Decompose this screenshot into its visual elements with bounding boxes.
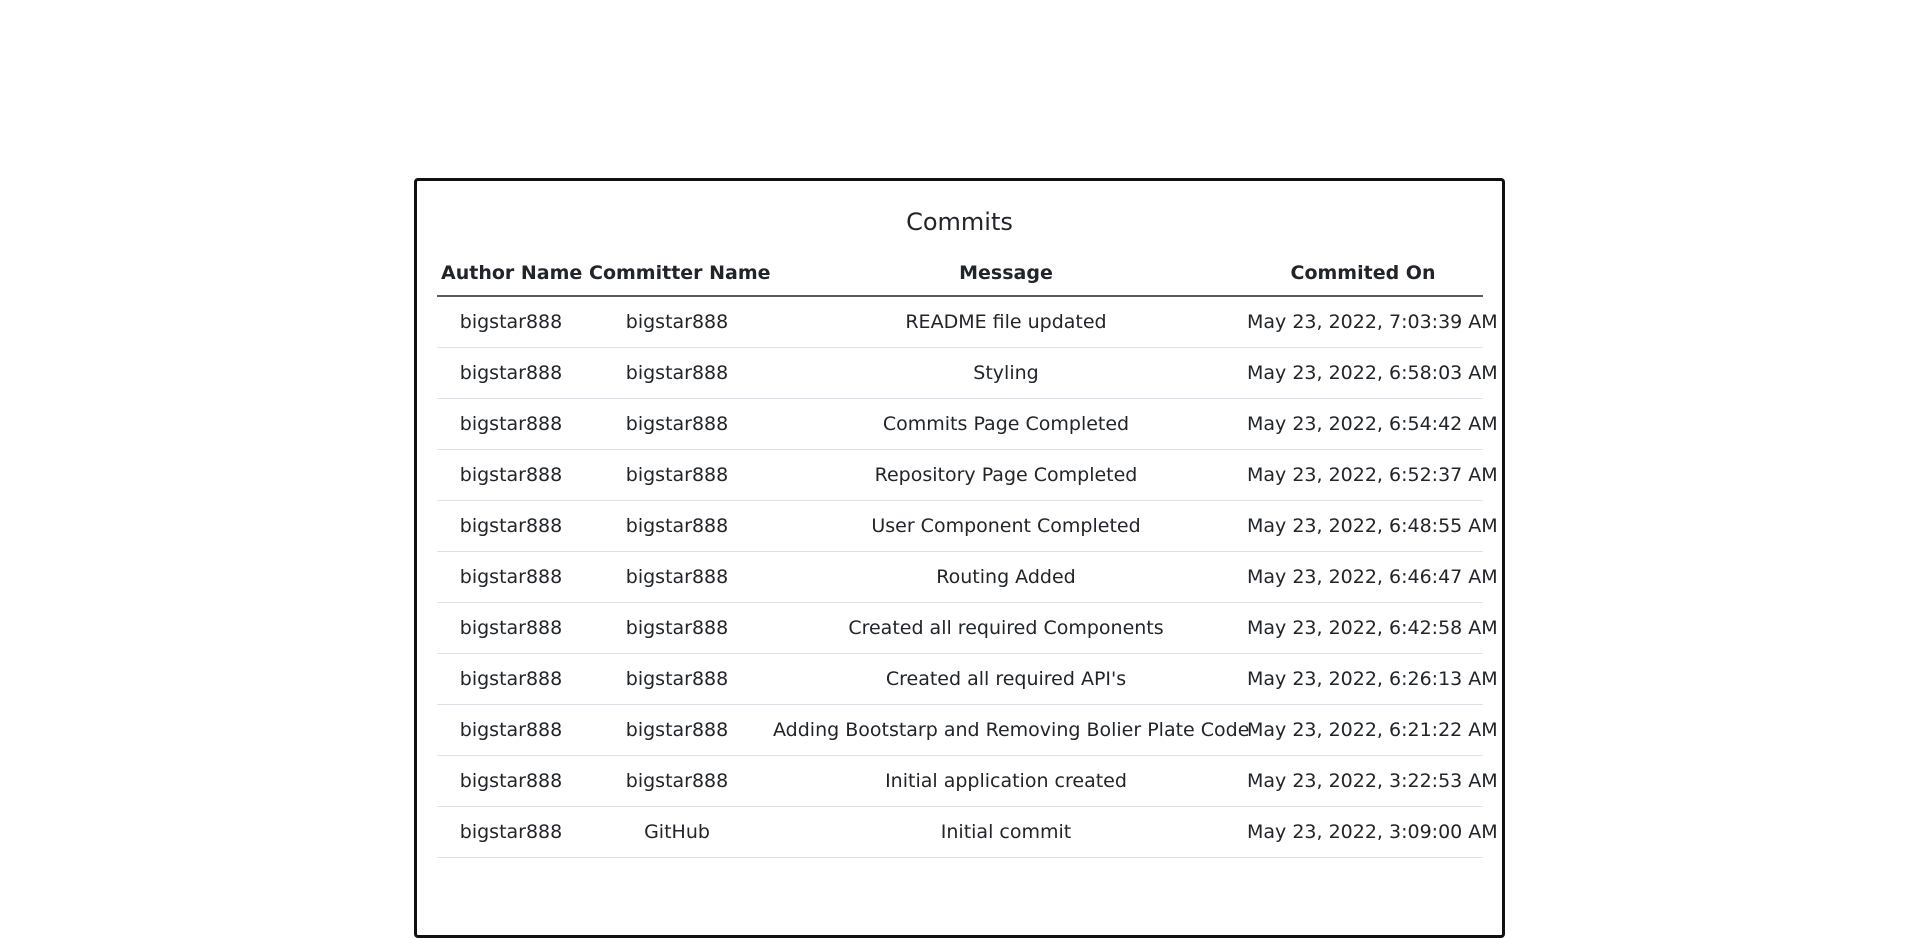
message-cell: Initial application created bbox=[769, 755, 1243, 807]
author-cell: bigstar888 bbox=[437, 704, 585, 756]
date-cell: May 23, 2022, 6:42:58 AM bbox=[1243, 602, 1498, 654]
table-header: Author Name Committer Name Message Commi… bbox=[437, 251, 1483, 297]
date-cell: May 23, 2022, 6:52:37 AM bbox=[1243, 449, 1498, 501]
author-cell: bigstar888 bbox=[437, 602, 585, 654]
message-cell: Routing Added bbox=[769, 551, 1243, 603]
column-header-author: Author Name bbox=[437, 251, 585, 297]
committer-cell: bigstar888 bbox=[585, 653, 769, 705]
table-row: bigstar888 bigstar888 Routing Added May … bbox=[437, 551, 1498, 603]
table-row: bigstar888 bigstar888 Created all requir… bbox=[437, 653, 1498, 705]
date-cell: May 23, 2022, 6:21:22 AM bbox=[1243, 704, 1498, 756]
column-header-date: Commited On bbox=[1243, 251, 1483, 297]
table-row: bigstar888 bigstar888 Created all requir… bbox=[437, 602, 1498, 654]
committer-cell: bigstar888 bbox=[585, 602, 769, 654]
author-cell: bigstar888 bbox=[437, 398, 585, 450]
header-row: Author Name Committer Name Message Commi… bbox=[437, 251, 1483, 297]
committer-cell: bigstar888 bbox=[585, 398, 769, 450]
message-cell: Commits Page Completed bbox=[769, 398, 1243, 450]
commits-card: Commits Author Name Committer Name Messa… bbox=[414, 178, 1505, 938]
committer-cell: bigstar888 bbox=[585, 551, 769, 603]
date-cell: May 23, 2022, 6:46:47 AM bbox=[1243, 551, 1498, 603]
committer-cell: bigstar888 bbox=[585, 296, 769, 348]
message-cell: Repository Page Completed bbox=[769, 449, 1243, 501]
message-cell: Created all required Components bbox=[769, 602, 1243, 654]
author-cell: bigstar888 bbox=[437, 806, 585, 858]
page-title: Commits bbox=[906, 208, 1013, 236]
author-cell: bigstar888 bbox=[437, 296, 585, 348]
date-cell: May 23, 2022, 6:54:42 AM bbox=[1243, 398, 1498, 450]
column-header-committer: Committer Name bbox=[585, 251, 771, 297]
committer-cell: bigstar888 bbox=[585, 704, 769, 756]
message-cell: Adding Bootstarp and Removing Bolier Pla… bbox=[769, 704, 1249, 756]
table-row: bigstar888 bigstar888 Commits Page Compl… bbox=[437, 398, 1498, 450]
table-row: bigstar888 bigstar888 README file update… bbox=[437, 296, 1498, 348]
column-header-message: Message bbox=[769, 251, 1243, 297]
date-cell: May 23, 2022, 6:48:55 AM bbox=[1243, 500, 1498, 552]
message-cell: README file updated bbox=[769, 296, 1243, 348]
committer-cell: GitHub bbox=[585, 806, 769, 858]
committer-cell: bigstar888 bbox=[585, 500, 769, 552]
message-cell: Styling bbox=[769, 347, 1243, 399]
table-row: bigstar888 bigstar888 Repository Page Co… bbox=[437, 449, 1498, 501]
committer-cell: bigstar888 bbox=[585, 347, 769, 399]
author-cell: bigstar888 bbox=[437, 551, 585, 603]
table-row: bigstar888 GitHub Initial commit May 23,… bbox=[437, 806, 1498, 858]
message-cell: Initial commit bbox=[769, 806, 1243, 858]
table-row: bigstar888 bigstar888 User Component Com… bbox=[437, 500, 1498, 552]
commits-table: Author Name Committer Name Message Commi… bbox=[437, 251, 1498, 858]
author-cell: bigstar888 bbox=[437, 755, 585, 807]
date-cell: May 23, 2022, 3:22:53 AM bbox=[1243, 755, 1498, 807]
table-row: bigstar888 bigstar888 Styling May 23, 20… bbox=[437, 347, 1498, 399]
date-cell: May 23, 2022, 7:03:39 AM bbox=[1243, 296, 1498, 348]
date-cell: May 23, 2022, 6:58:03 AM bbox=[1243, 347, 1498, 399]
table-row: bigstar888 bigstar888 Adding Bootstarp a… bbox=[437, 704, 1498, 756]
committer-cell: bigstar888 bbox=[585, 755, 769, 807]
message-cell: Created all required API's bbox=[769, 653, 1243, 705]
table-body: bigstar888 bigstar888 README file update… bbox=[437, 296, 1498, 858]
message-cell: User Component Completed bbox=[769, 500, 1243, 552]
author-cell: bigstar888 bbox=[437, 653, 585, 705]
author-cell: bigstar888 bbox=[437, 449, 585, 501]
author-cell: bigstar888 bbox=[437, 500, 585, 552]
date-cell: May 23, 2022, 3:09:00 AM bbox=[1243, 806, 1498, 858]
author-cell: bigstar888 bbox=[437, 347, 585, 399]
committer-cell: bigstar888 bbox=[585, 449, 769, 501]
date-cell: May 23, 2022, 6:26:13 AM bbox=[1243, 653, 1498, 705]
table-row: bigstar888 bigstar888 Initial applicatio… bbox=[437, 755, 1498, 807]
